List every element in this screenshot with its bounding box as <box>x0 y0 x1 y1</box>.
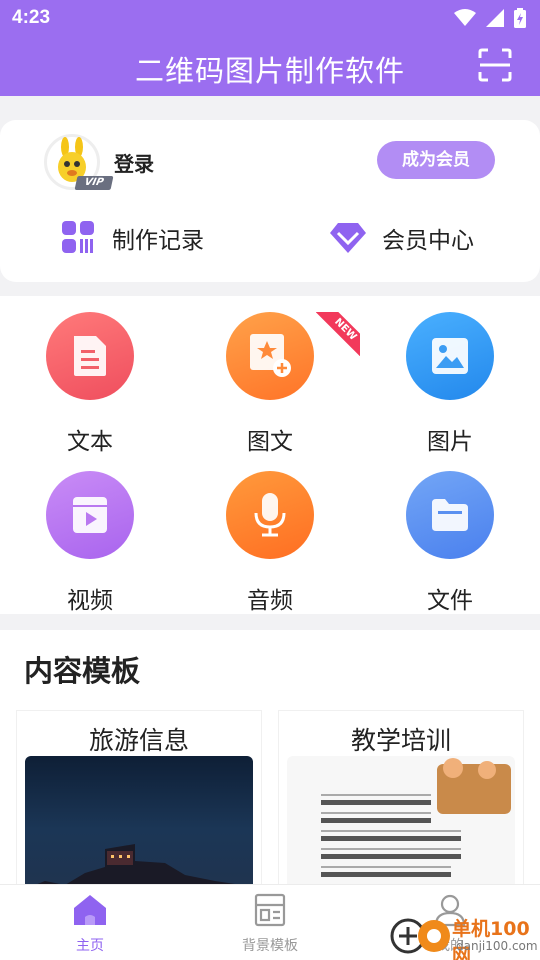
tool-file-label: 文件 <box>427 588 473 614</box>
tab-home-label: 主页 <box>76 938 104 954</box>
home-icon <box>74 895 106 925</box>
microphone-icon <box>254 493 286 537</box>
tool-image-text[interactable]: 图文 <box>210 312 330 456</box>
tab-background-templates-label: 背景模板 <box>242 938 298 954</box>
tools-card: 文本 图文 图片 视频 音频 文件 <box>0 296 540 614</box>
login-link[interactable]: 登录 <box>114 148 154 177</box>
vip-center-entry[interactable]: 会员中心 <box>330 218 474 258</box>
vip-badge: VIP <box>74 176 114 190</box>
tool-text[interactable]: 文本 <box>30 312 150 456</box>
picture-icon <box>432 338 468 374</box>
tab-background-templates[interactable]: 背景模板 <box>220 893 320 955</box>
tool-image-text-circle <box>226 312 314 400</box>
page-title: 二维码图片制作软件 <box>134 54 405 88</box>
status-time: 4:23 <box>12 7 51 28</box>
tool-picture[interactable]: 图片 <box>390 312 510 456</box>
tool-picture-circle <box>406 312 494 400</box>
diamond-icon <box>330 223 366 253</box>
status-bar: 4:23 <box>0 0 540 36</box>
tool-audio-label: 音频 <box>247 588 293 614</box>
records-label: 制作记录 <box>112 228 204 254</box>
signal-icon <box>486 9 504 27</box>
tool-video[interactable]: 视频 <box>30 471 150 615</box>
video-icon <box>73 497 107 533</box>
tool-text-label: 文本 <box>67 429 113 455</box>
battery-icon <box>514 8 526 28</box>
folder-icon <box>432 499 468 531</box>
tool-video-label: 视频 <box>67 588 113 614</box>
template-layout-icon <box>254 893 286 927</box>
status-icons <box>454 7 526 29</box>
become-member-button[interactable]: 成为会员 <box>377 141 495 179</box>
tool-video-circle <box>46 471 134 559</box>
templates-title: 内容模板 <box>24 654 141 688</box>
tool-text-circle <box>46 312 134 400</box>
text-page-illustration <box>321 758 511 877</box>
site-watermark: 单机100网 danji100.com <box>388 906 540 960</box>
template-title: 教学培训 <box>350 726 451 755</box>
tool-audio[interactable]: 音频 <box>210 471 330 615</box>
user-card: VIP 登录 成为会员 制作记录 会员中心 <box>0 120 540 282</box>
wifi-icon <box>454 9 476 26</box>
tab-home[interactable]: 主页 <box>40 893 140 955</box>
scan-icon[interactable] <box>478 48 512 82</box>
watermark-brand: 单机100网 <box>452 918 530 960</box>
tool-audio-circle <box>226 471 314 559</box>
records-grid-icon <box>62 221 94 253</box>
vip-center-label: 会员中心 <box>382 228 474 254</box>
tool-file-circle <box>406 471 494 559</box>
watermark-logo-icon <box>390 918 450 954</box>
new-badge: NEW <box>316 312 360 356</box>
tool-file[interactable]: 文件 <box>390 471 510 615</box>
app-header: 二维码图片制作软件 <box>0 36 540 96</box>
tool-picture-label: 图片 <box>427 429 473 455</box>
image-text-icon <box>250 334 291 377</box>
text-doc-icon <box>74 336 106 376</box>
new-badge-label: NEW <box>316 312 360 356</box>
template-title: 旅游信息 <box>88 726 189 755</box>
make-records-entry[interactable]: 制作记录 <box>62 218 204 258</box>
watermark-url: danji100.com <box>456 939 538 953</box>
tool-image-text-label: 图文 <box>247 429 293 455</box>
